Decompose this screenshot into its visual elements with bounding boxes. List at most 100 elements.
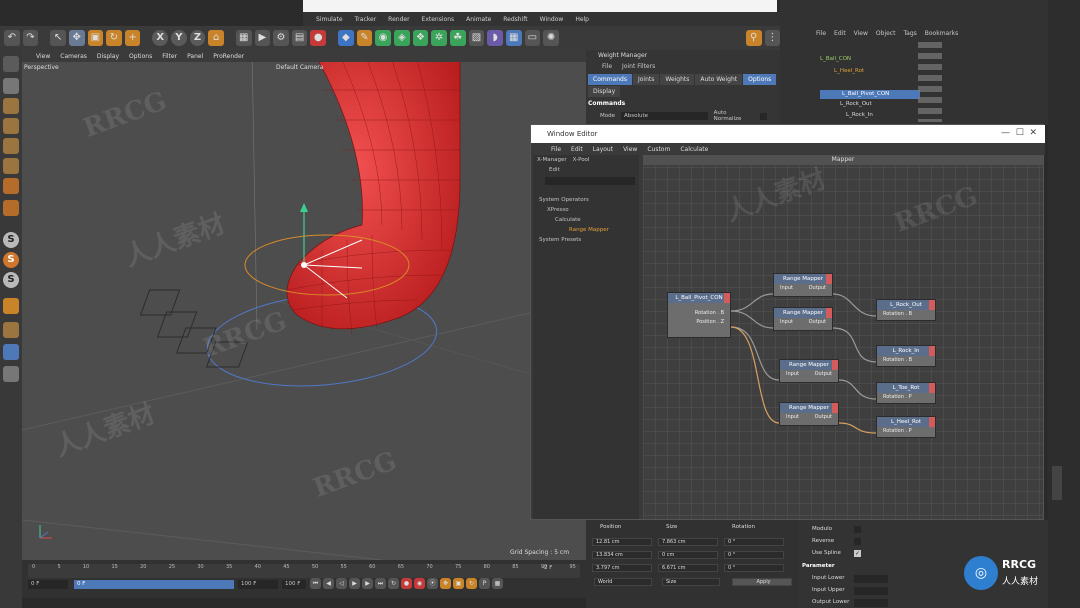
pos-z-field[interactable]: 3.797 cm xyxy=(592,564,652,572)
play-back-icon[interactable]: ◁ xyxy=(336,578,347,589)
output-lower-field[interactable] xyxy=(854,599,888,607)
om-menu-edit[interactable]: Edit xyxy=(834,30,846,37)
vp-menu-options[interactable]: Options xyxy=(129,53,152,60)
window-controls[interactable]: — ☐ ✕ xyxy=(1001,128,1037,138)
node-target-rock-in[interactable]: L_Rock_In Rotation . B xyxy=(876,345,936,367)
tree-item[interactable]: System Presets xyxy=(539,235,639,245)
tab-display[interactable]: Display xyxy=(588,86,621,97)
xp-menu-edit[interactable]: Edit xyxy=(571,146,583,153)
object-item[interactable]: L_Ball_CON xyxy=(820,56,851,62)
frame-total-field[interactable]: 100 F xyxy=(282,580,306,589)
rot-b-field[interactable]: 0 ° xyxy=(724,564,784,572)
move-icon[interactable]: ✥ xyxy=(68,30,85,46)
record-icon[interactable]: ● xyxy=(310,30,327,46)
snap-s-icon-3[interactable]: S xyxy=(3,272,19,288)
xp-menu-layout[interactable]: Layout xyxy=(593,146,613,153)
apply-button[interactable]: Apply xyxy=(732,578,792,586)
port-input[interactable]: Input xyxy=(780,284,793,293)
tree-item[interactable]: System Operators xyxy=(539,195,639,205)
xpresso-graph[interactable]: Mapper L_Ball_Pivot_CON Rotation . B Pos… xyxy=(643,155,1043,519)
z-axis-icon[interactable]: Z xyxy=(189,30,206,46)
grid-snap-icon[interactable] xyxy=(3,366,19,382)
om-menu-bookmarks[interactable]: Bookmarks xyxy=(925,30,959,37)
tab-options[interactable]: Options xyxy=(743,74,777,85)
edge-mode-icon[interactable] xyxy=(3,138,19,154)
array-icon[interactable]: ◈ xyxy=(393,30,410,46)
field-icon[interactable]: ✲ xyxy=(431,30,447,46)
vp-menu-cameras[interactable]: Cameras xyxy=(60,53,87,60)
vp-menu-display[interactable]: Display xyxy=(97,53,119,60)
menu-window[interactable]: Window xyxy=(540,16,564,23)
frame-start-field[interactable]: 0 F xyxy=(28,580,68,589)
x-axis-icon[interactable]: X xyxy=(152,30,168,46)
add-icon[interactable]: + xyxy=(124,30,141,46)
menu-simulate[interactable]: Simulate xyxy=(316,16,343,23)
om-menu-tags[interactable]: Tags xyxy=(903,30,916,37)
redo-icon[interactable]: ↷ xyxy=(22,30,39,46)
timeline-ruler[interactable]: 0 5 10 15 20 25 30 35 40 45 50 55 60 65 … xyxy=(28,564,580,578)
next-key-icon[interactable]: ▶ xyxy=(362,578,373,589)
axis-mode-icon[interactable] xyxy=(3,178,19,194)
vp-menu-view[interactable]: View xyxy=(36,53,50,60)
tab-x-manager[interactable]: X-Manager xyxy=(537,157,567,163)
tab-joints[interactable]: Joints xyxy=(632,74,660,85)
reverse-checkbox[interactable] xyxy=(854,538,861,545)
deformer-icon[interactable]: ❖ xyxy=(412,30,429,46)
object-item[interactable]: L_Heel_Rot xyxy=(834,68,864,74)
rotate-icon[interactable]: ↻ xyxy=(106,30,122,46)
xp-menu-calculate[interactable]: Calculate xyxy=(680,146,708,153)
pool-search-input[interactable] xyxy=(545,177,635,185)
tree-item-selected[interactable]: Range Mapper xyxy=(539,225,639,235)
size-x-field[interactable]: 7.863 cm xyxy=(658,538,718,546)
om-menu-file[interactable]: File xyxy=(816,30,826,37)
edit-render-icon[interactable]: ▤ xyxy=(291,30,308,46)
play-icon[interactable]: ▶ xyxy=(349,578,360,589)
node-target-heel-rot[interactable]: L_Heel_Rot Rotation . P xyxy=(876,416,936,438)
port-rotation[interactable]: Rotation . P xyxy=(877,427,935,436)
keyframe-sel-icon[interactable]: ⦿ xyxy=(427,578,438,589)
menu-tracker[interactable]: Tracker xyxy=(355,16,377,23)
display-icon[interactable]: ▭ xyxy=(524,30,541,46)
port-input[interactable]: Input xyxy=(786,370,799,379)
loop-icon[interactable]: ↻ xyxy=(388,578,399,589)
size-y-field[interactable]: 0 cm xyxy=(658,551,718,559)
rot-key-icon[interactable]: ↻ xyxy=(466,578,477,589)
port-input[interactable]: Input xyxy=(786,413,799,422)
render-region-icon[interactable]: ▦ xyxy=(235,30,252,46)
render-settings-icon[interactable]: ⚙ xyxy=(273,30,289,46)
mode-select[interactable]: Absolute xyxy=(621,112,708,120)
node-range-mapper-4[interactable]: Range Mapper Input Output xyxy=(779,402,839,426)
om-menu-view[interactable]: View xyxy=(854,30,868,37)
tab-x-pool[interactable]: X-Pool xyxy=(573,157,590,163)
input-lower-field[interactable] xyxy=(854,575,888,583)
xp-menu-custom[interactable]: Custom xyxy=(647,146,670,153)
undo-icon[interactable]: ↶ xyxy=(4,30,20,46)
menu-help[interactable]: Help xyxy=(575,16,589,23)
scale-key-icon[interactable]: ▣ xyxy=(453,578,464,589)
port-output[interactable]: Output xyxy=(809,318,826,327)
port-rotation[interactable]: Rotation . B xyxy=(877,310,935,319)
pool-edit[interactable]: Edit xyxy=(533,165,639,175)
texture-mode-icon[interactable] xyxy=(3,98,19,114)
subdivision-icon[interactable]: ◉ xyxy=(375,30,391,46)
node-range-mapper-1[interactable]: Range Mapper Input Output xyxy=(773,273,833,297)
menu-extensions[interactable]: Extensions xyxy=(422,16,455,23)
coord-system-icon[interactable]: ⌂ xyxy=(208,30,224,46)
om-menu-object[interactable]: Object xyxy=(876,30,896,37)
tag-icon[interactable]: ◗ xyxy=(487,30,503,46)
pos-key-icon[interactable]: ✥ xyxy=(440,578,451,589)
visibility-dots[interactable] xyxy=(918,42,942,122)
render-view-icon[interactable]: ▶ xyxy=(254,30,271,46)
size-mode-select[interactable]: Size xyxy=(662,578,720,586)
vp-menu-filter[interactable]: Filter xyxy=(162,53,177,60)
lock-icon[interactable] xyxy=(3,322,19,338)
snap-s-icon-1[interactable]: S xyxy=(3,232,19,248)
tab-weights[interactable]: Weights xyxy=(660,74,695,85)
port-output[interactable]: Output xyxy=(815,370,832,379)
param-key-icon[interactable]: P xyxy=(479,578,490,589)
node-source[interactable]: L_Ball_Pivot_CON Rotation . B Position .… xyxy=(667,292,731,338)
y-axis-icon[interactable]: Y xyxy=(171,30,187,46)
pen-icon[interactable]: ✎ xyxy=(356,30,373,46)
model-mode-icon[interactable] xyxy=(3,56,19,72)
coord-mode-select[interactable]: World xyxy=(594,578,652,586)
